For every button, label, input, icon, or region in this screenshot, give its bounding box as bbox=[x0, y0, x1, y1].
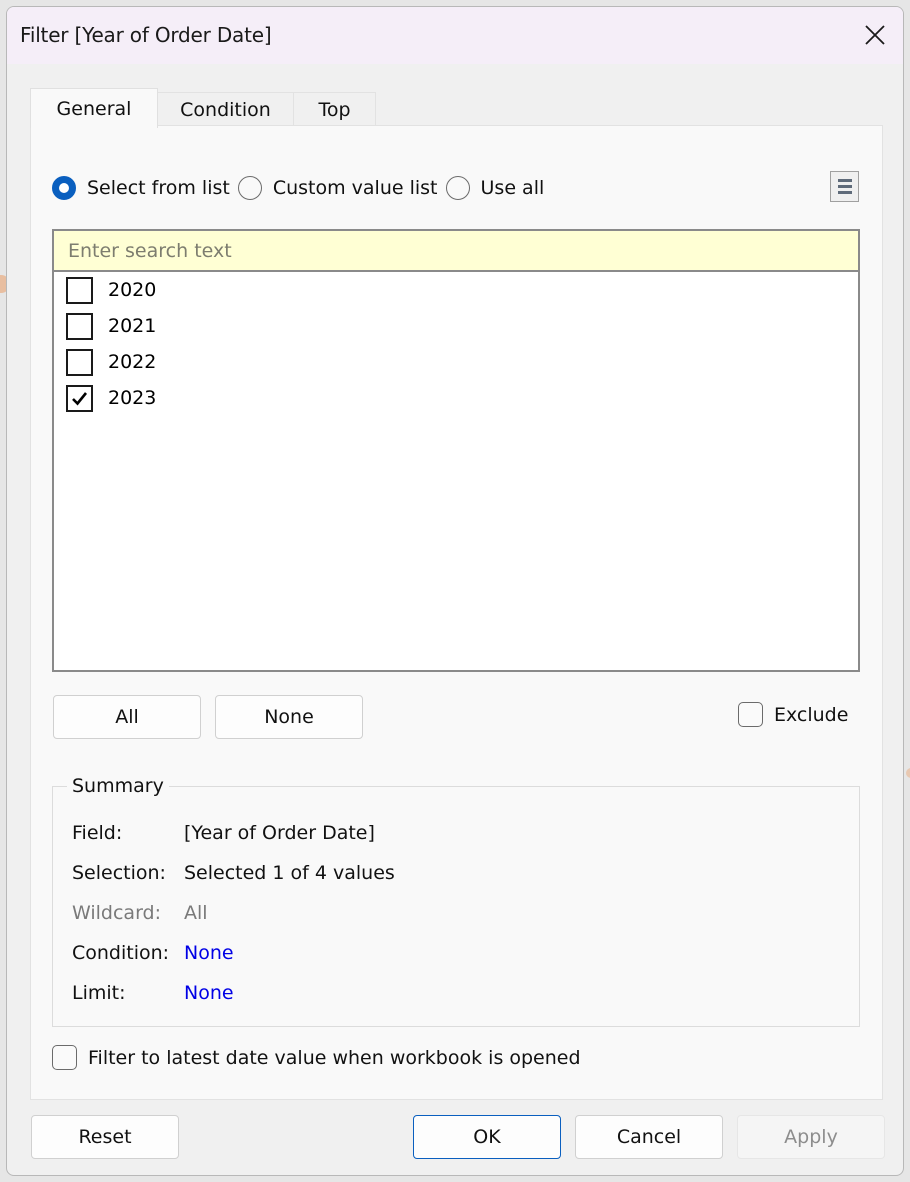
radio-use-all[interactable]: Use all bbox=[445, 176, 545, 200]
filter-dialog: Filter [Year of Order Date] General Cond… bbox=[6, 6, 904, 1176]
summary-key: Condition: bbox=[72, 942, 170, 964]
summary-row-limit: Limit: None bbox=[72, 982, 234, 1004]
background-decoration bbox=[906, 768, 910, 778]
summary-group: Summary Field: [Year of Order Date] Sele… bbox=[52, 775, 860, 1027]
radio-label: Use all bbox=[480, 177, 545, 199]
summary-key: Selection: bbox=[72, 862, 166, 884]
summary-key: Field: bbox=[72, 822, 123, 844]
radio-select-from-list[interactable]: Select from list bbox=[52, 176, 230, 200]
summary-row-wildcard: Wildcard: All bbox=[72, 902, 208, 924]
summary-value: Selected 1 of 4 values bbox=[184, 862, 395, 884]
summary-value: All bbox=[184, 902, 208, 924]
summary-row-field: Field: [Year of Order Date] bbox=[72, 822, 375, 844]
reset-button[interactable]: Reset bbox=[31, 1115, 179, 1159]
ok-button[interactable]: OK bbox=[413, 1115, 561, 1159]
filter-mode-group: Select from list Custom value list Use a… bbox=[52, 174, 552, 202]
checkbox-checked[interactable] bbox=[66, 384, 93, 412]
exclude-label: Exclude bbox=[774, 703, 849, 726]
list-item-2022[interactable]: 2022 bbox=[54, 344, 858, 380]
list-item-label: 2021 bbox=[108, 315, 157, 337]
summary-row-condition: Condition: None bbox=[72, 942, 234, 964]
list-item-label: 2023 bbox=[108, 387, 157, 409]
close-icon bbox=[865, 25, 885, 45]
general-panel: Select from list Custom value list Use a… bbox=[30, 125, 883, 1100]
summary-limit-link[interactable]: None bbox=[184, 982, 234, 1004]
list-item-2021[interactable]: 2021 bbox=[54, 308, 858, 344]
cancel-button[interactable]: Cancel bbox=[575, 1115, 723, 1159]
radio-label: Custom value list bbox=[272, 177, 438, 199]
filter-latest-date-label: Filter to latest date value when workboo… bbox=[88, 1046, 581, 1069]
list-menu-icon-bar bbox=[837, 191, 852, 194]
tab-general[interactable]: General bbox=[30, 88, 158, 128]
checkbox-box bbox=[52, 1045, 77, 1070]
list-item-label: 2022 bbox=[108, 351, 157, 373]
radio-indicator bbox=[237, 176, 262, 200]
radio-indicator bbox=[445, 176, 470, 200]
tab-top[interactable]: Top bbox=[293, 92, 376, 126]
summary-key: Wildcard: bbox=[72, 902, 162, 924]
close-button[interactable] bbox=[855, 17, 895, 53]
select-all-button[interactable]: All bbox=[53, 695, 201, 739]
apply-button: Apply bbox=[737, 1115, 885, 1159]
checkbox[interactable] bbox=[66, 348, 93, 376]
list-menu-icon bbox=[837, 179, 852, 182]
checkbox[interactable] bbox=[66, 312, 93, 340]
filter-latest-date-checkbox[interactable]: Filter to latest date value when workboo… bbox=[52, 1045, 581, 1070]
checkbox-box bbox=[738, 702, 763, 727]
checkbox[interactable] bbox=[66, 276, 93, 304]
list-item-label: 2020 bbox=[108, 279, 157, 301]
summary-legend: Summary bbox=[67, 775, 169, 797]
title-bar: Filter [Year of Order Date] bbox=[7, 7, 903, 64]
tab-condition[interactable]: Condition bbox=[157, 92, 294, 126]
radio-selected-indicator bbox=[52, 176, 76, 200]
radio-label: Select from list bbox=[87, 177, 230, 199]
dialog-title: Filter [Year of Order Date] bbox=[20, 23, 272, 47]
summary-key: Limit: bbox=[72, 982, 126, 1004]
list-options-button[interactable] bbox=[830, 171, 859, 202]
values-list[interactable]: 2020 2021 2022 2023 bbox=[52, 229, 860, 672]
list-menu-icon-bar bbox=[837, 185, 852, 188]
checkmark-icon bbox=[72, 391, 88, 405]
summary-row-selection: Selection: Selected 1 of 4 values bbox=[72, 862, 395, 884]
list-item-2020[interactable]: 2020 bbox=[54, 272, 858, 308]
select-none-button[interactable]: None bbox=[215, 695, 363, 739]
summary-condition-link[interactable]: None bbox=[184, 942, 234, 964]
list-item-2023[interactable]: 2023 bbox=[54, 380, 858, 416]
summary-value: [Year of Order Date] bbox=[184, 822, 375, 844]
search-input[interactable] bbox=[54, 231, 858, 272]
radio-custom-value-list[interactable]: Custom value list bbox=[237, 176, 438, 200]
exclude-checkbox[interactable]: Exclude bbox=[738, 702, 848, 727]
